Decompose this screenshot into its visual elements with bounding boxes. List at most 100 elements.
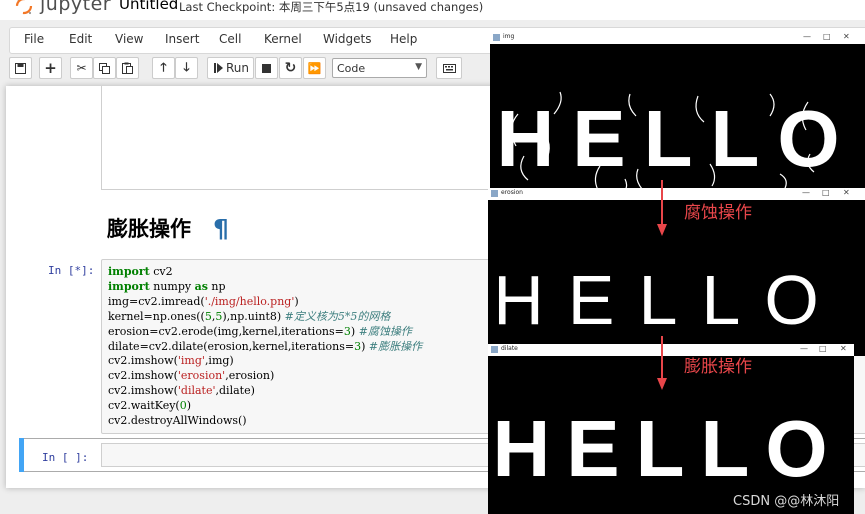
menu-insert[interactable]: Insert (165, 32, 199, 46)
copy-icon (99, 62, 110, 74)
add-cell-button[interactable]: + (39, 57, 62, 79)
maximize-icon[interactable]: □ (823, 32, 831, 41)
arrow-down-icon (657, 336, 667, 390)
code-token: ,img) (204, 354, 234, 368)
code-token: 'erosion' (177, 369, 226, 383)
code-token: ) (361, 339, 369, 353)
window-titlebar[interactable]: dilate — □ ✕ (488, 344, 854, 356)
save-icon (15, 62, 26, 74)
run-button[interactable]: Run (207, 57, 254, 79)
code-editor[interactable]: import cv2 import numpy as np img=cv2.im… (108, 265, 422, 429)
move-down-button[interactable]: 🡓 (175, 57, 198, 79)
window-titlebar[interactable]: img — □ ✕ (490, 32, 865, 44)
close-icon[interactable]: ✕ (843, 188, 850, 197)
code-comment: #定义核为5*5的网格 (284, 309, 391, 323)
code-token: 'img' (177, 354, 205, 368)
code-token: ,erosion) (225, 369, 275, 383)
move-up-button[interactable]: 🡑 (152, 57, 175, 79)
code-token: 3 (343, 324, 351, 338)
app-icon (493, 34, 500, 41)
maximize-icon[interactable]: □ (819, 344, 827, 353)
fast-forward-icon: ⏩ (307, 61, 322, 75)
maximize-icon[interactable]: □ (822, 188, 830, 197)
jupyter-header: jupyter Untitled Last Checkpoint: 本周三下午5… (0, 0, 865, 20)
erosion-annotation: 腐蚀操作 (684, 203, 752, 223)
copy-button[interactable] (93, 57, 116, 79)
cv-window-img[interactable]: img — □ ✕ HELLO (490, 32, 865, 192)
code-token: ,dilate) (215, 384, 255, 398)
menu-file[interactable]: File (24, 32, 44, 46)
stop-icon (262, 63, 271, 73)
restart-button[interactable]: ↻ (279, 57, 302, 79)
menu-view[interactable]: View (115, 32, 143, 46)
code-token: 'dilate' (177, 384, 216, 398)
code-token: './img/hello.png' (204, 294, 295, 308)
code-token: 5 (204, 309, 212, 323)
jupyter-logo-icon[interactable] (14, 0, 34, 16)
menu-kernel[interactable]: Kernel (264, 32, 302, 46)
code-token: erosion=cv2.erode(img,kernel,iterations= (108, 324, 344, 338)
cut-button[interactable]: ✂ (70, 57, 93, 79)
cell-prompt: In [*]: (48, 264, 95, 277)
window-titlebar[interactable]: erosion — □ ✕ (488, 188, 865, 200)
menu-edit[interactable]: Edit (69, 32, 92, 46)
code-token: kernel=np.ones(( (108, 309, 205, 323)
save-button[interactable] (9, 57, 32, 79)
window-title: erosion (501, 189, 523, 196)
paste-button[interactable] (116, 57, 139, 79)
code-token: ) (350, 324, 359, 338)
code-token: cv2.imshow( (108, 369, 178, 383)
anchor-link[interactable]: ¶ (213, 214, 229, 243)
cell-prompt: In [ ]: (42, 451, 89, 464)
notebook-title[interactable]: Untitled (119, 0, 178, 13)
keyboard-icon (442, 63, 456, 73)
interrupt-button[interactable] (255, 57, 278, 79)
restart-run-all-button[interactable]: ⏩ (303, 57, 326, 79)
step-forward-icon (214, 63, 223, 73)
watermark: CSDN @@林沐阳 (733, 494, 840, 509)
minimize-icon[interactable]: — (803, 32, 811, 41)
code-token: ) (186, 399, 192, 413)
hello-text-original: HELLO (496, 94, 857, 183)
code-token: np (207, 279, 226, 293)
cell-type-value: Code (337, 62, 366, 75)
dilate-annotation: 膨胀操作 (684, 357, 752, 377)
hello-text-dilated: HELLO (492, 404, 843, 493)
cell-type-select[interactable]: Code ▼ (332, 58, 427, 78)
minimize-icon[interactable]: — (802, 188, 810, 197)
menu-help[interactable]: Help (390, 32, 417, 46)
refresh-icon: ↻ (284, 60, 297, 76)
run-label: Run (226, 61, 250, 75)
code-comment: #膨胀操作 (368, 339, 423, 353)
code-token: cv2.imshow( (108, 354, 178, 368)
window-title: dilate (501, 345, 518, 352)
checkpoint-status: Last Checkpoint: 本周三下午5点19 (unsaved chan… (179, 0, 484, 14)
code-token: cv2 (149, 265, 173, 278)
code-comment: #腐蚀操作 (358, 324, 412, 338)
app-icon (491, 190, 498, 197)
menu-widgets[interactable]: Widgets (323, 32, 372, 46)
code-token: import (108, 265, 150, 278)
arrow-up-icon: 🡑 (160, 59, 167, 74)
minimize-icon[interactable]: — (800, 344, 808, 353)
markdown-heading: 膨胀操作 (107, 217, 191, 241)
code-token: import (108, 279, 150, 293)
paste-icon (122, 62, 133, 74)
command-palette-button[interactable] (436, 57, 462, 79)
code-token: cv2.destroyAllWindows() (108, 414, 247, 428)
close-icon[interactable]: ✕ (843, 32, 850, 41)
img-canvas: HELLO (496, 91, 857, 192)
code-token: ) (294, 294, 299, 308)
arrow-down-icon (657, 180, 667, 236)
jupyter-logo-text[interactable]: jupyter (40, 0, 111, 15)
code-token: as (194, 279, 208, 293)
previous-cell-output (101, 86, 503, 190)
erosion-canvas: HELLO (493, 261, 819, 339)
cv-window-dilate[interactable]: dilate — □ ✕ HELLO (488, 344, 854, 514)
arrow-down-icon: 🡓 (183, 59, 190, 74)
menu-cell[interactable]: Cell (219, 32, 241, 46)
plus-icon: + (44, 59, 57, 77)
close-icon[interactable]: ✕ (840, 344, 847, 353)
cv-window-erosion[interactable]: erosion — □ ✕ HELLO (488, 188, 865, 356)
code-token: numpy (149, 279, 195, 293)
